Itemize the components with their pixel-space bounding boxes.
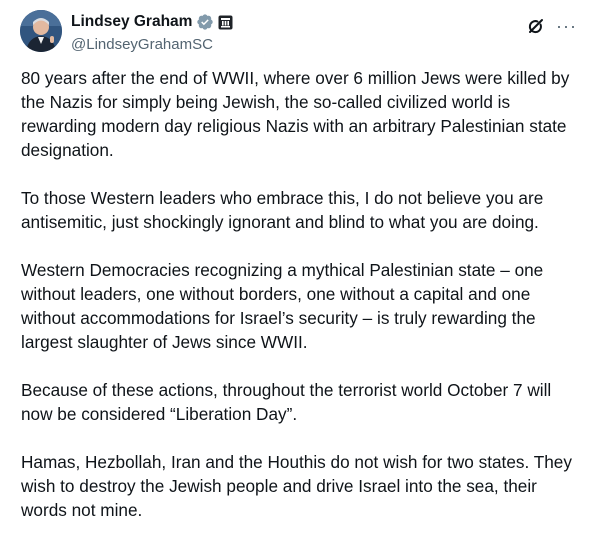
tweet-paragraph: To those Western leaders who embrace thi… <box>21 188 544 232</box>
tweet-paragraph: Hamas, Hezbollah, Iran and the Houthis d… <box>21 452 572 520</box>
display-name[interactable]: Lindsey Graham <box>71 13 192 31</box>
tweet-paragraph: 80 years after the end of WWII, where ov… <box>21 68 570 160</box>
verified-badge-icon[interactable] <box>196 13 214 31</box>
author-info: Lindsey Graham @LindseyGrahamSC <box>71 12 233 53</box>
tweet-paragraph: Western Democracies recognizing a mythic… <box>21 260 544 352</box>
tweet-paragraph: Because of these actions, throughout the… <box>21 380 552 424</box>
grok-icon[interactable] <box>526 16 546 36</box>
tweet-header: Lindsey Graham @LindseyGrahamSC ··· <box>20 10 577 54</box>
avatar[interactable] <box>20 10 62 52</box>
avatar-image <box>20 10 62 52</box>
tweet-text: 80 years after the end of WWII, where ov… <box>21 66 579 546</box>
handle[interactable]: @LindseyGrahamSC <box>71 36 233 53</box>
name-row: Lindsey Graham <box>71 12 233 32</box>
header-actions: ··· <box>526 16 577 36</box>
government-affiliation-icon[interactable] <box>218 15 233 30</box>
more-options-icon[interactable]: ··· <box>556 16 577 36</box>
tweet-card: Lindsey Graham @LindseyGrahamSC ··· 80 y… <box>0 0 597 527</box>
